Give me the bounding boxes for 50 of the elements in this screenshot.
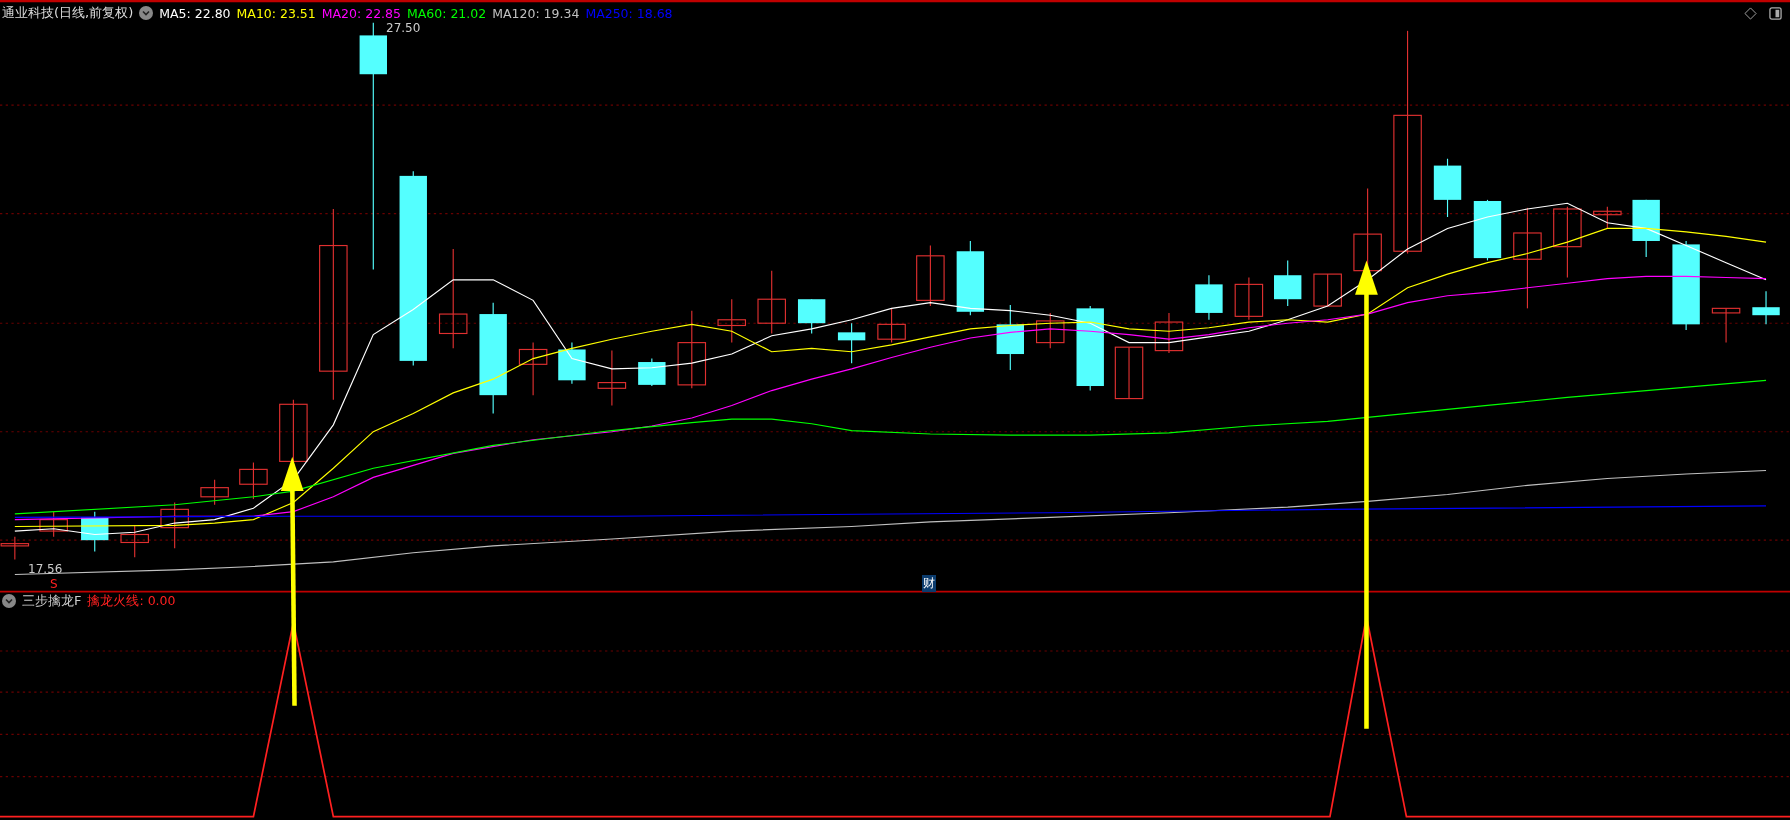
candlestick — [1154, 312, 1184, 354]
candlestick — [597, 350, 627, 406]
candlestick — [81, 511, 109, 553]
moving-average-value: MA5: 22.80 — [159, 5, 231, 21]
candlestick — [39, 511, 68, 538]
candlestick — [120, 524, 149, 558]
arrow-icon — [1355, 260, 1378, 729]
panel-toggle-icon[interactable] — [1769, 6, 1782, 20]
moving-average-value: MA120: 19.34 — [492, 5, 580, 21]
candlestick — [996, 304, 1024, 371]
candlestick — [916, 244, 945, 307]
moving-average-value: MA20: 22.85 — [321, 5, 401, 21]
low-price-label: 17.56 — [28, 562, 63, 576]
signal-mark: S — [50, 577, 58, 591]
candlestick — [1473, 199, 1502, 261]
candlestick — [1711, 307, 1741, 344]
candlestick — [200, 479, 229, 506]
candlestick — [1313, 273, 1342, 307]
indicator-name: 三步擒龙F — [22, 592, 82, 610]
chart-title: 通业科技(日线,前复权) — [2, 4, 134, 22]
dropdown-icon[interactable] — [139, 6, 154, 20]
candlestick — [518, 342, 548, 396]
high-price-label: 27.50 — [386, 21, 421, 35]
moving-average-value: MA60: 21.02 — [407, 5, 487, 21]
candlestick — [239, 461, 268, 500]
candlestick — [558, 342, 586, 385]
diamond-icon[interactable] — [1744, 6, 1757, 20]
candlestick — [0, 536, 30, 561]
candlestick — [837, 322, 866, 364]
dropdown-icon[interactable] — [2, 594, 16, 608]
indicator-value: 擒龙火线: 0.00 — [87, 592, 176, 610]
finance-mark[interactable]: 财 — [922, 575, 936, 592]
candlestick — [717, 298, 747, 344]
candlestick — [1036, 312, 1065, 349]
candlestick — [1195, 274, 1223, 321]
candlestick — [1433, 158, 1462, 218]
candlestick — [160, 501, 189, 549]
candlestick — [1632, 199, 1660, 258]
candlestick — [638, 358, 666, 387]
candlestick — [877, 307, 906, 344]
moving-average-value: MA250: 18.68 — [585, 5, 673, 21]
candlestick — [757, 270, 786, 335]
moving-average-value: MA10: 23.51 — [236, 5, 316, 21]
candlestick — [797, 298, 826, 335]
candlestick — [1752, 290, 1780, 325]
candlestick — [1274, 259, 1302, 307]
candlestick — [1234, 276, 1264, 321]
arrow-icon — [280, 456, 304, 706]
candlestick — [1114, 346, 1144, 400]
candlestick — [1593, 206, 1622, 229]
